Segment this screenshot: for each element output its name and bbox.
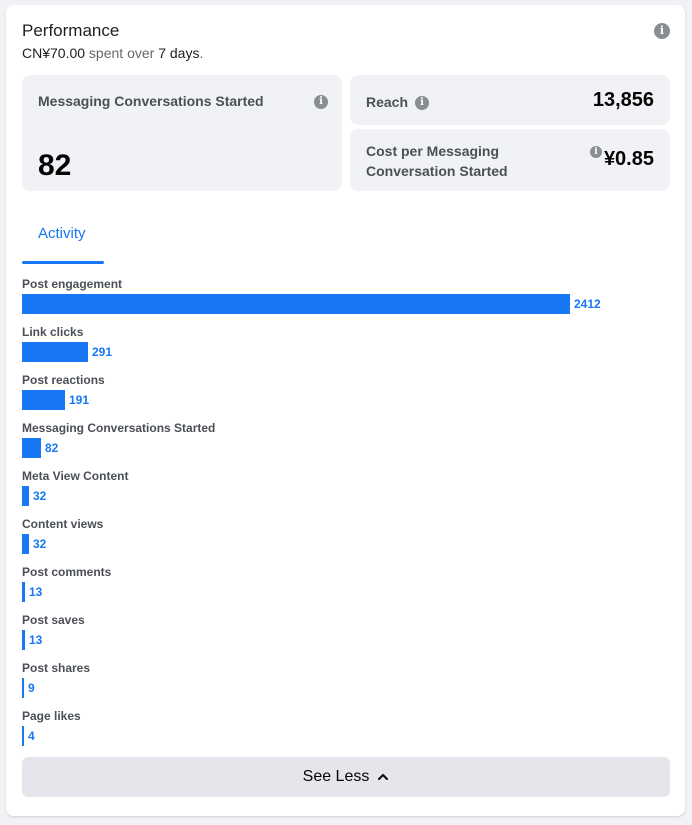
activity-value: 32	[33, 537, 47, 551]
activity-label: Post reactions	[22, 373, 105, 387]
activity-bar	[22, 438, 41, 458]
metric-value: ¥0.85	[603, 148, 654, 170]
activity-bar-wrap: 4	[22, 726, 35, 746]
see-less-button[interactable]: See Less	[22, 757, 670, 797]
activity-label: Page likes	[22, 709, 81, 723]
activity-bar	[22, 582, 25, 602]
activity-bar	[22, 390, 65, 410]
activity-bar	[22, 342, 88, 362]
metric-label: Reach	[366, 94, 409, 110]
activity-value: 9	[28, 681, 35, 695]
activity-value: 4	[28, 729, 35, 743]
activity-row: Post engagement 2412	[22, 277, 662, 325]
activity-list: Post engagement 2412 Link clicks 291 Post re…	[22, 277, 662, 757]
metric-label: Cost per Messaging Conversation Started	[366, 143, 508, 179]
activity-value: 32	[33, 489, 47, 503]
activity-bar-wrap: 2412	[22, 294, 601, 314]
info-icon[interactable]: i	[590, 146, 602, 158]
activity-value: 13	[29, 633, 43, 647]
spent-mid-text: spent over	[85, 45, 159, 61]
activity-label: Meta View Content	[22, 469, 129, 483]
metric-tile-messaging: Messaging Conversations Started i 82	[22, 75, 342, 191]
activity-bar-wrap: 9	[22, 678, 35, 698]
activity-value: 13	[29, 585, 43, 599]
metric-value: 13,856	[592, 89, 654, 111]
activity-label: Messaging Conversations Started	[22, 421, 216, 435]
activity-bar-wrap: 82	[22, 438, 58, 458]
spent-amount: CN¥70.00	[22, 45, 86, 61]
activity-label: Content views	[22, 517, 104, 531]
activity-bar	[22, 534, 29, 554]
activity-bar	[22, 486, 29, 506]
activity-value: 2412	[574, 297, 601, 311]
activity-bar-wrap: 32	[22, 534, 46, 554]
activity-bar-wrap: 191	[22, 390, 89, 410]
activity-row: Post reactions 191	[22, 373, 662, 421]
activity-row: Post shares 9	[22, 661, 662, 709]
activity-row: Post comments 13	[22, 565, 662, 613]
spent-days: 7 days	[158, 45, 200, 61]
activity-bar-wrap: 291	[22, 342, 112, 362]
info-icon[interactable]: i	[654, 23, 670, 39]
activity-value: 82	[45, 441, 59, 455]
activity-bar	[22, 630, 25, 650]
tab-activity[interactable]: Activity	[22, 217, 104, 265]
activity-row: Page likes 4	[22, 709, 662, 757]
metric-tile-reach: Reach i 13,856	[350, 75, 670, 125]
activity-bar-wrap: 13	[22, 582, 42, 602]
activity-row: Post saves 13	[22, 613, 662, 661]
activity-value: 291	[92, 345, 113, 359]
chevron-up-icon	[378, 774, 389, 780]
metric-tile-cost: Cost per Messaging Conversation Started …	[350, 129, 670, 191]
tab-label: Activity	[38, 225, 86, 242]
activity-row: Link clicks 291	[22, 325, 662, 373]
activity-row: Messaging Conversations Started 82	[22, 421, 662, 469]
metric-label: Messaging Conversations Started	[38, 93, 264, 109]
activity-label: Link clicks	[22, 325, 84, 339]
activity-bar	[22, 678, 24, 698]
spend-summary: CN¥70.00 spent over 7 days.	[22, 45, 203, 61]
activity-bar-wrap: 32	[22, 486, 46, 506]
activity-label: Post shares	[22, 661, 91, 675]
activity-row: Meta View Content 32	[22, 469, 662, 517]
activity-label: Post comments	[22, 565, 112, 579]
see-less-label: See Less	[302, 768, 370, 785]
tab-active-indicator	[22, 261, 104, 264]
activity-value: 191	[69, 393, 90, 407]
activity-row: Content views 32	[22, 517, 662, 565]
spent-end-text: .	[199, 45, 204, 61]
info-icon[interactable]: i	[415, 96, 429, 110]
performance-card: Performance CN¥70.00 spent over 7 days. …	[6, 5, 685, 816]
activity-label: Post saves	[22, 613, 85, 627]
activity-bar	[22, 726, 24, 746]
activity-label: Post engagement	[22, 277, 123, 291]
metric-value: 82	[38, 149, 72, 182]
card-title: Performance	[22, 21, 120, 40]
info-icon[interactable]: i	[314, 95, 328, 109]
activity-bar-wrap: 13	[22, 630, 42, 650]
activity-bar	[22, 294, 570, 314]
